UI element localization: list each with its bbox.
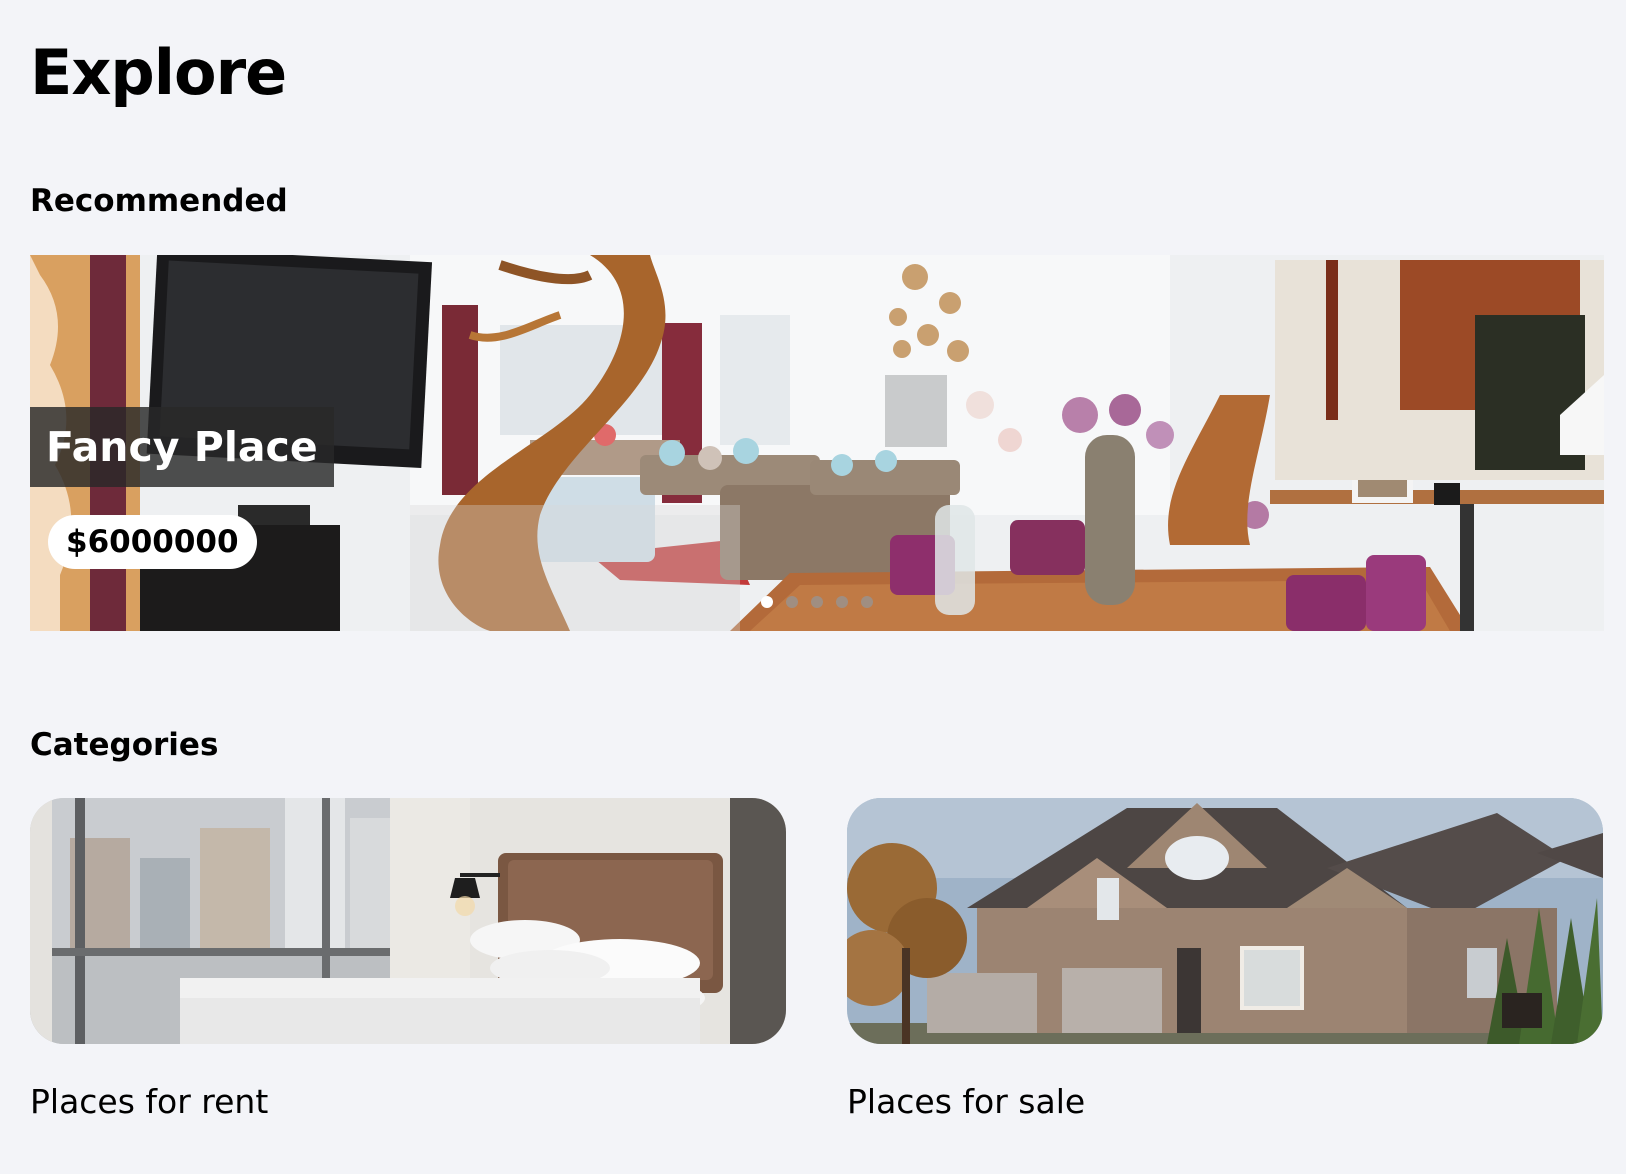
- recommended-carousel[interactable]: Fancy Place $6000000: [30, 255, 1604, 631]
- carousel-dot-5[interactable]: [861, 596, 873, 608]
- recommended-heading: Recommended: [30, 183, 288, 219]
- featured-title: Fancy Place: [30, 407, 334, 487]
- category-label-sale: Places for sale: [847, 1082, 1086, 1121]
- categories-heading: Categories: [30, 727, 219, 763]
- carousel-dot-3[interactable]: [811, 596, 823, 608]
- category-card-rent[interactable]: Places for rent: [30, 798, 786, 1118]
- carousel-dot-4[interactable]: [836, 596, 848, 608]
- category-label-rent: Places for rent: [30, 1082, 269, 1121]
- category-card-sale[interactable]: Places for sale: [847, 798, 1603, 1118]
- price-badge: $6000000: [48, 515, 257, 569]
- rent-category-image: [30, 798, 786, 1044]
- carousel-dot-2[interactable]: [786, 596, 798, 608]
- house-photo: [847, 798, 1603, 1044]
- carousel-pagination: [761, 596, 873, 608]
- carousel-dot-1[interactable]: [761, 596, 773, 608]
- bedroom-photo: [30, 798, 786, 1044]
- sale-category-image: [847, 798, 1603, 1044]
- page-title: Explore: [30, 36, 287, 109]
